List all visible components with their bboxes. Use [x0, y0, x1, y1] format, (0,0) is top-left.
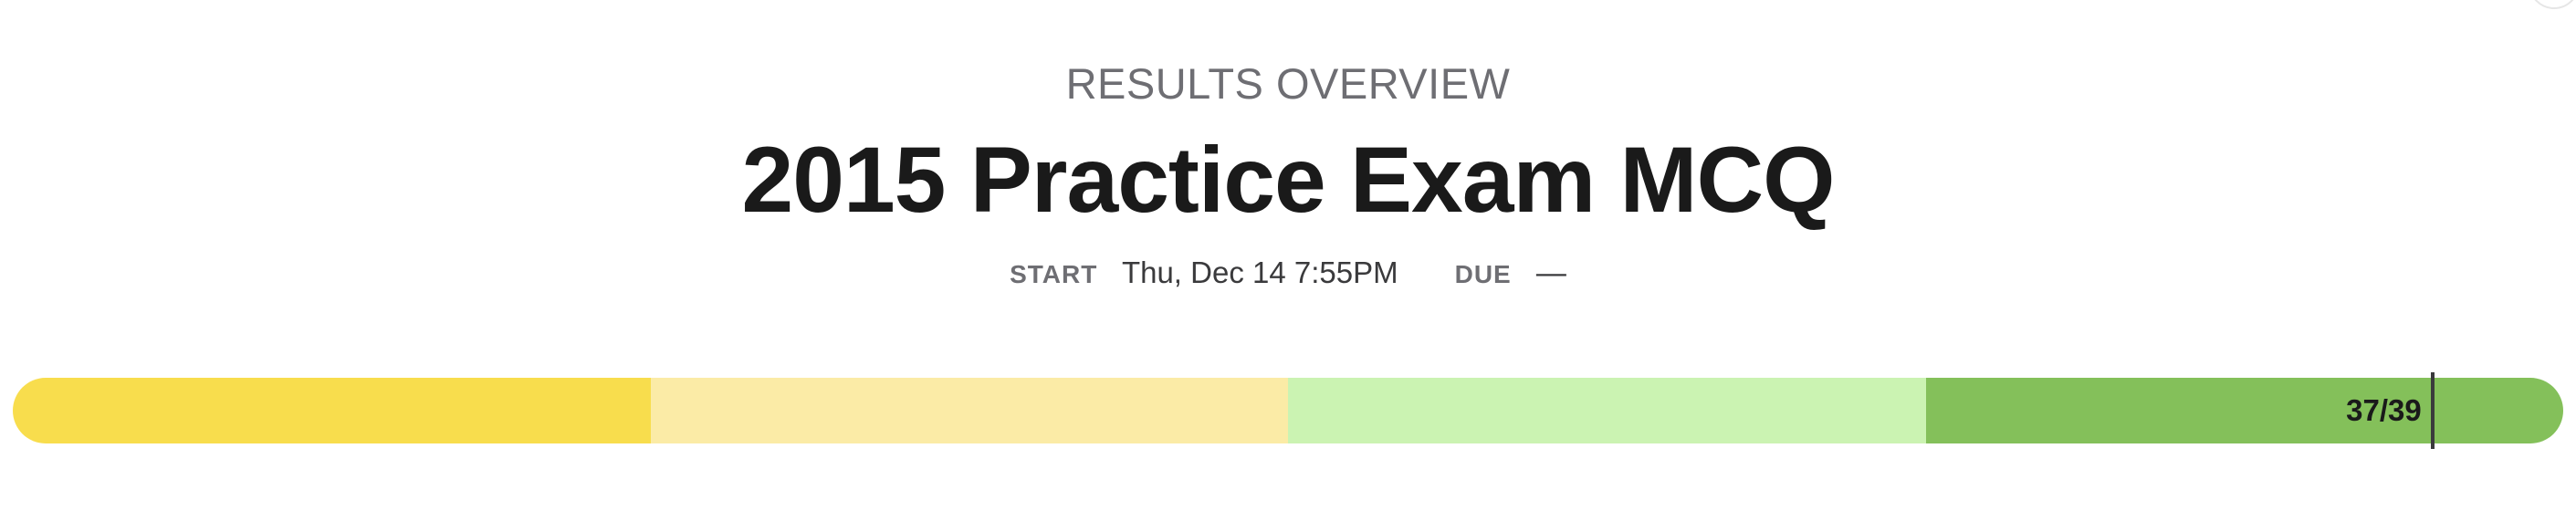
start-label: START [1010, 260, 1098, 288]
score-progress-bar [13, 378, 2563, 443]
results-overview-eyebrow: RESULTS OVERVIEW [1065, 59, 1511, 108]
due-value: — [1535, 256, 1566, 289]
results-header: RESULTS OVERVIEW 2015 Practice Exam MCQ … [0, 58, 2576, 290]
progress-segment-band-1 [13, 378, 651, 443]
start-value: Thu, Dec 14 7:55PM [1121, 256, 1398, 289]
exam-meta: START Thu, Dec 14 7:55PM DUE — [0, 256, 2576, 290]
score-label: 37/39 [2346, 393, 2422, 427]
progress-segment-band-3 [1288, 378, 1926, 443]
start-group: START Thu, Dec 14 7:55PM [1010, 256, 1398, 290]
corner-button[interactable] [2529, 0, 2576, 9]
due-label: DUE [1454, 260, 1512, 288]
due-group: DUE — [1455, 256, 1566, 290]
page-title: 2015 Practice Exam MCQ [741, 128, 1835, 232]
score-marker [2430, 372, 2435, 449]
progress-segment-band-2 [650, 378, 1288, 443]
